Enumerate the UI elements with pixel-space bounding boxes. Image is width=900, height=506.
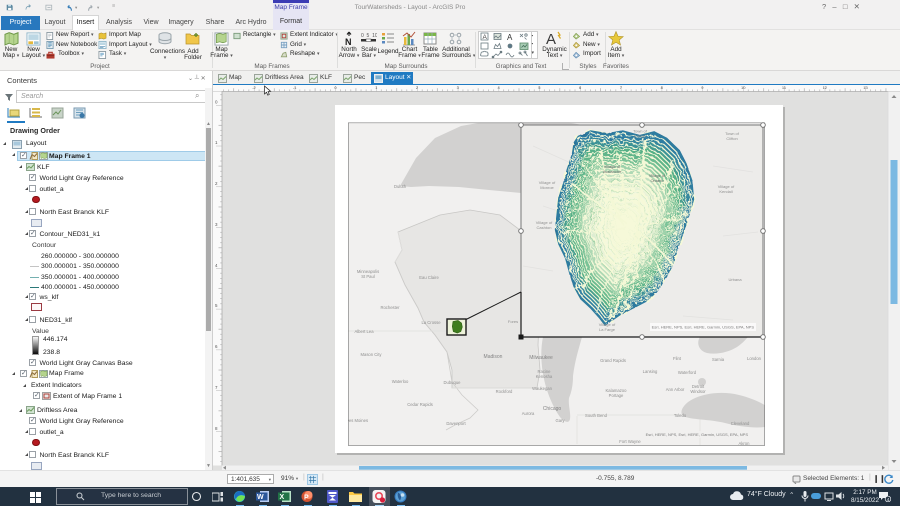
svg-text:Mason City: Mason City bbox=[361, 352, 383, 357]
svg-text:0 5 10: 0 5 10 bbox=[361, 33, 377, 39]
svg-text:Madison: Madison bbox=[484, 354, 503, 360]
svg-text:Ontario: Ontario bbox=[650, 178, 664, 183]
svg-text:A: A bbox=[483, 34, 488, 41]
svg-text:Eau Claire: Eau Claire bbox=[419, 275, 439, 280]
svg-text:London: London bbox=[747, 356, 762, 361]
svg-text:Ann Arbor: Ann Arbor bbox=[666, 387, 685, 392]
svg-text:Waukegan: Waukegan bbox=[532, 386, 553, 391]
svg-text:South Bend: South Bend bbox=[585, 413, 608, 418]
svg-text:W: W bbox=[257, 494, 264, 501]
svg-text:Esri, HERE, NPS, Esri, HERE, G: Esri, HERE, NPS, Esri, HERE, Garmin, USG… bbox=[646, 432, 749, 437]
svg-text:Waterford: Waterford bbox=[678, 370, 697, 375]
svg-text:Esri, HERE, NPS, Esri, HERE, G: Esri, HERE, NPS, Esri, HERE, Garmin, USG… bbox=[652, 325, 755, 330]
svg-text:A: A bbox=[546, 31, 556, 46]
svg-text:13: 13 bbox=[863, 85, 868, 90]
svg-text:Clifton: Clifton bbox=[726, 136, 737, 141]
svg-text:Flint: Flint bbox=[673, 356, 682, 361]
svg-text:Cashton: Cashton bbox=[537, 225, 552, 230]
svg-text:Portage: Portage bbox=[609, 393, 624, 398]
svg-text:Waterloo: Waterloo bbox=[392, 379, 409, 384]
svg-text:Aurora: Aurora bbox=[522, 411, 535, 416]
svg-text:12: 12 bbox=[823, 85, 828, 90]
svg-text:Fort Wayne: Fort Wayne bbox=[619, 439, 641, 444]
svg-text:Grand Rapids: Grand Rapids bbox=[600, 358, 626, 363]
svg-text:Davenport: Davenport bbox=[446, 421, 466, 426]
svg-text:10: 10 bbox=[741, 85, 746, 90]
svg-text:La Farge: La Farge bbox=[599, 327, 616, 332]
svg-text:Urbana: Urbana bbox=[728, 277, 742, 282]
svg-text:La Crosse: La Crosse bbox=[421, 320, 441, 325]
svg-text:Albert Lea: Albert Lea bbox=[354, 329, 374, 334]
svg-text:Dubuque: Dubuque bbox=[444, 380, 462, 385]
svg-text:Avalanche: Avalanche bbox=[603, 169, 622, 174]
svg-text:Kendall: Kendall bbox=[719, 189, 732, 194]
svg-text:Kenosha: Kenosha bbox=[536, 374, 553, 379]
svg-text:Milwaukee: Milwaukee bbox=[529, 355, 553, 361]
svg-text:Cleveland: Cleveland bbox=[731, 421, 750, 426]
svg-text:Rochester: Rochester bbox=[380, 305, 400, 310]
svg-text:Gary: Gary bbox=[555, 418, 565, 423]
svg-text:Sarnia: Sarnia bbox=[712, 357, 725, 362]
svg-text:Duluth: Duluth bbox=[394, 184, 407, 189]
svg-text:Toledo: Toledo bbox=[674, 413, 687, 418]
svg-text:Fores: Fores bbox=[508, 319, 518, 324]
svg-text:A: A bbox=[507, 33, 513, 42]
svg-text:Forest: Forest bbox=[634, 134, 646, 139]
svg-text:X: X bbox=[280, 494, 285, 501]
svg-text:N: N bbox=[345, 37, 352, 46]
svg-text:Windsor: Windsor bbox=[690, 389, 706, 394]
svg-text:Cedar Rapids: Cedar Rapids bbox=[407, 402, 433, 407]
svg-text:Lansing: Lansing bbox=[643, 369, 658, 374]
svg-text:Des Moines: Des Moines bbox=[346, 418, 368, 423]
svg-text:Chicago: Chicago bbox=[543, 406, 562, 412]
svg-text:Monroe: Monroe bbox=[540, 185, 554, 190]
svg-text:P: P bbox=[304, 495, 309, 502]
svg-text:Rockford: Rockford bbox=[496, 389, 513, 394]
svg-text:St Paul: St Paul bbox=[361, 274, 375, 279]
